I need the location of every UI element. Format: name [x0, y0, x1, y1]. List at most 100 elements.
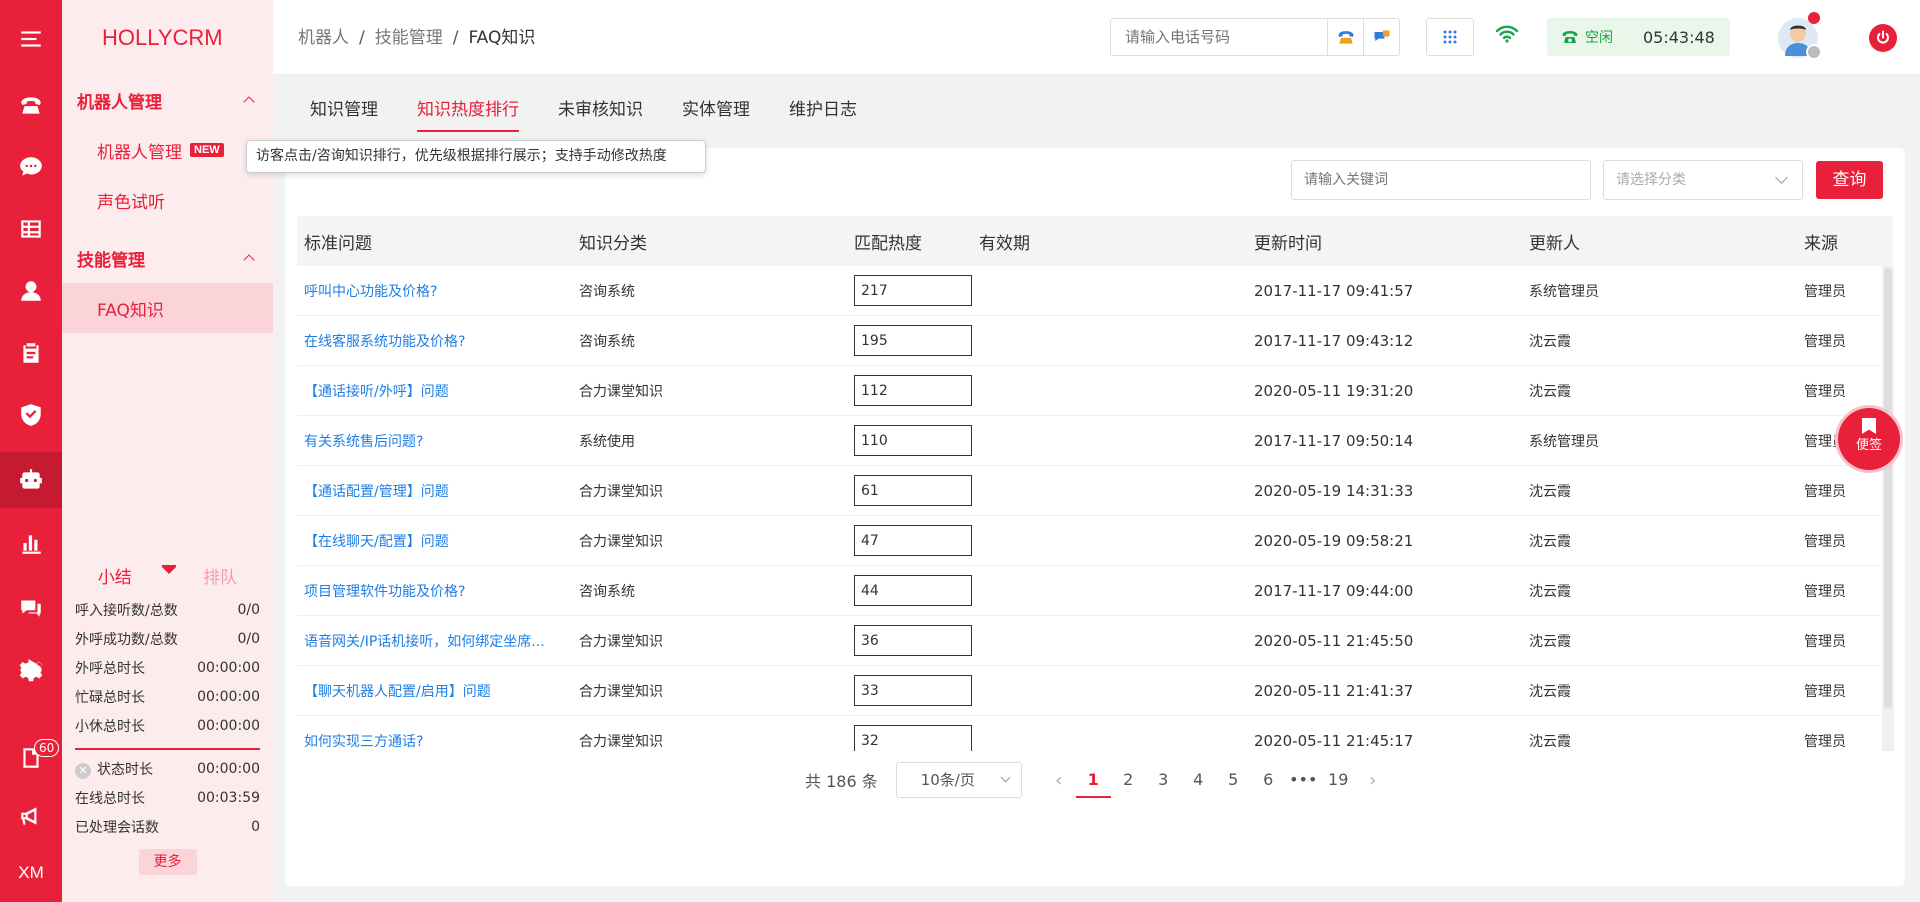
status-label: 空闲 — [1585, 30, 1613, 46]
phone-icon[interactable] — [0, 80, 62, 130]
page-number[interactable]: 4 — [1181, 762, 1216, 798]
main-card: 请选择分类 查询 标准问题 知识分类 匹配热度 有效期 更新时间 更新人 来源 … — [285, 148, 1905, 886]
question-link[interactable]: 【在线聊天/配置】问题 — [297, 531, 572, 551]
question-link[interactable]: 语音网关/IP话机接听，如何绑定坐席... — [297, 631, 572, 651]
chat-bubble-icon — [1374, 30, 1389, 42]
category-select[interactable]: 请选择分类 — [1603, 160, 1803, 200]
stats-panel: 小结 排队 呼入接听数/总数 0/0 外呼成功数/总数 0/0 外呼总时长 00:00… — [62, 555, 273, 875]
heat-input[interactable] — [854, 675, 972, 706]
heat-input[interactable] — [854, 525, 972, 556]
column-header: 更新时间 — [1254, 233, 1322, 254]
heat-input[interactable] — [854, 375, 972, 406]
heat-input[interactable] — [854, 475, 972, 506]
heat-input[interactable] — [854, 425, 972, 456]
table-header: 标准问题 知识分类 匹配热度 有效期 更新时间 更新人 来源 — [297, 216, 1893, 266]
sidebar-item-faq[interactable]: FAQ知识 — [62, 283, 273, 333]
more-button[interactable]: 更多 — [138, 849, 197, 875]
gear-icon[interactable] — [0, 645, 62, 695]
heat-input[interactable] — [854, 275, 972, 306]
sidebar-item-voice-preview[interactable]: 声色试听 — [62, 175, 273, 225]
page-number[interactable]: 5 — [1216, 762, 1251, 798]
chevron-down-icon — [1775, 171, 1788, 184]
power-button[interactable] — [1869, 24, 1897, 52]
tab-knowledge-management[interactable]: 知识管理 — [310, 92, 378, 134]
tab-queue[interactable]: 排队 — [168, 563, 274, 588]
tab-knowledge-ranking[interactable]: 知识热度排行 — [417, 92, 519, 134]
dial-button[interactable] — [1327, 19, 1363, 55]
clipboard-icon[interactable] — [0, 328, 62, 378]
avatar[interactable] — [1778, 12, 1822, 60]
apps-grid-icon — [1443, 30, 1457, 44]
stat-row: 已处理会话数 0 — [75, 818, 260, 836]
stat-row: 呼入接听数/总数 0/0 — [75, 601, 260, 619]
column-header: 匹配热度 — [854, 233, 922, 254]
heat-input[interactable] — [854, 575, 972, 606]
stat-row: 外呼成功数/总数 0/0 — [75, 630, 260, 648]
breadcrumb-item[interactable]: 机器人 — [298, 28, 349, 48]
prev-page-icon[interactable]: ‹ — [1042, 770, 1076, 791]
question-link[interactable]: 在线客服系统功能及价格? — [297, 331, 572, 351]
page-number[interactable]: 3 — [1146, 762, 1181, 798]
heat-input[interactable] — [854, 725, 972, 751]
tab-bar: 知识管理 知识热度排行 未审核知识 实体管理 维护日志 — [310, 92, 896, 134]
query-button[interactable]: 查询 — [1816, 161, 1883, 199]
question-link[interactable]: 【通话接听/外呼】问题 — [297, 381, 572, 401]
tab-summary[interactable]: 小结 — [62, 563, 168, 588]
stat-row: 外呼总时长 00:00:00 — [75, 659, 260, 677]
question-link[interactable]: 呼叫中心功能及价格? — [297, 281, 572, 301]
book-icon[interactable]: 60 — [0, 733, 62, 783]
page-number[interactable]: 19 — [1321, 762, 1356, 798]
chevron-up-icon — [243, 254, 255, 266]
heat-input[interactable] — [854, 325, 972, 356]
user-icon[interactable] — [0, 266, 62, 316]
memo-button[interactable]: 便签 — [1838, 408, 1900, 470]
chat-bubble-button[interactable] — [1363, 19, 1399, 55]
agent-status[interactable]: 空闲 05:43:48 — [1547, 18, 1730, 56]
scrollbar-thumb[interactable] — [1884, 268, 1892, 708]
sidebar-item-robot-management[interactable]: 机器人管理 NEW — [62, 125, 273, 175]
page-number[interactable]: 6 — [1251, 762, 1286, 798]
table-body: 呼叫中心功能及价格?咨询系统2017-11-17 09:41:57系统管理员管理… — [297, 266, 1881, 751]
message-icon[interactable] — [0, 582, 62, 632]
column-header: 知识分类 — [579, 233, 647, 254]
user-initials[interactable]: XM — [0, 848, 62, 898]
sidebar-group-skill[interactable]: 技能管理 — [62, 233, 273, 283]
keyword-input[interactable] — [1291, 160, 1591, 200]
question-link[interactable]: 【通话配置/管理】问题 — [297, 481, 572, 501]
page-number[interactable]: 1 — [1075, 762, 1111, 798]
wifi-icon — [1495, 24, 1519, 48]
sidebar-group-robot[interactable]: 机器人管理 — [62, 75, 273, 125]
table-row: 【通话接听/外呼】问题合力课堂知识2020-05-11 19:31:20沈云霞管… — [297, 366, 1881, 416]
question-link[interactable]: 项目管理软件功能及价格? — [297, 581, 572, 601]
table-row: 在线客服系统功能及价格?咨询系统2017-11-17 09:43:12沈云霞管理… — [297, 316, 1881, 366]
page-ellipsis[interactable]: ••• — [1286, 762, 1321, 798]
next-page-icon[interactable]: › — [1356, 770, 1390, 791]
chat-icon[interactable] — [0, 142, 62, 192]
tab-maintenance-log[interactable]: 维护日志 — [789, 92, 857, 134]
page-number[interactable]: 2 — [1111, 762, 1146, 798]
caret-down-icon[interactable] — [162, 567, 176, 574]
bar-chart-icon[interactable] — [0, 518, 62, 568]
megaphone-icon[interactable] — [0, 791, 62, 841]
power-icon — [1877, 30, 1889, 44]
menu-icon[interactable] — [0, 14, 62, 64]
tab-unreviewed[interactable]: 未审核知识 — [558, 92, 643, 134]
tab-entity-management[interactable]: 实体管理 — [682, 92, 750, 134]
apps-grid-button[interactable] — [1426, 18, 1474, 56]
icon-rail: 60 XM — [0, 0, 62, 902]
robot-icon[interactable] — [0, 452, 62, 508]
breadcrumb-item[interactable]: 技能管理 — [375, 28, 443, 48]
question-link[interactable]: 【聊天机器人配置/启用】问题 — [297, 681, 572, 701]
phone-input[interactable] — [1111, 19, 1327, 55]
grid-table-icon[interactable] — [0, 204, 62, 254]
pagination: 共 186 条 10条/页 ‹ 1 2 3 4 5 6 ••• 19 › — [805, 762, 1390, 798]
table-row: 【聊天机器人配置/启用】问题合力课堂知识2020-05-11 21:41:37沈… — [297, 666, 1881, 716]
shield-icon[interactable] — [0, 390, 62, 440]
question-link[interactable]: 有关系统售后问题? — [297, 431, 572, 451]
phone-dial-box — [1110, 18, 1400, 56]
table-scrollbar[interactable] — [1882, 266, 1894, 751]
page-size-select[interactable]: 10条/页 — [895, 762, 1022, 798]
question-link[interactable]: 如何实现三方通话? — [297, 731, 572, 751]
chevron-down-icon — [1000, 772, 1011, 783]
heat-input[interactable] — [854, 625, 972, 656]
